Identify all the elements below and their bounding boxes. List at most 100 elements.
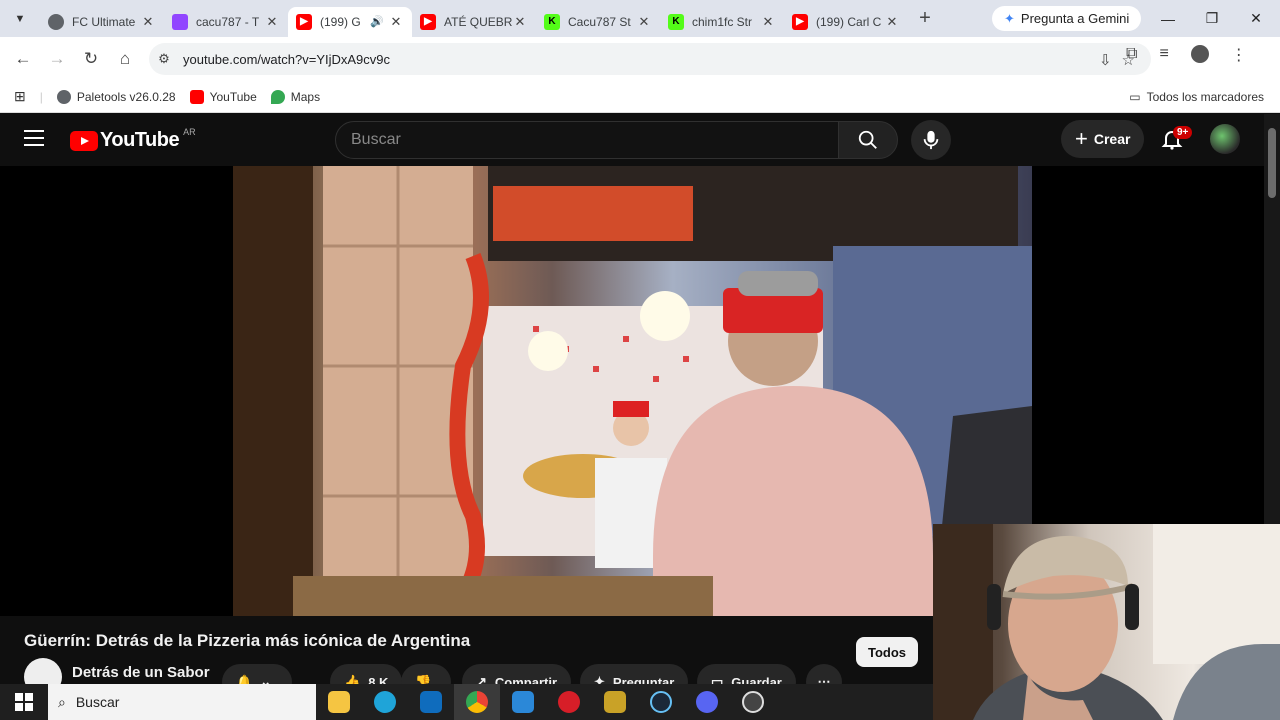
tab-title: Cacu787 St — [568, 14, 631, 29]
reload-button[interactable]: ↻ — [74, 42, 108, 76]
close-icon: ✕ — [1250, 10, 1262, 26]
video-scene — [233, 166, 1032, 616]
voice-search-button[interactable] — [911, 120, 951, 160]
youtube-icon: ▶ — [420, 13, 436, 30]
app-circle-icon[interactable] — [730, 684, 776, 720]
search-icon: ⌕ — [58, 693, 66, 710]
tab-youtube[interactable]: ▶ (199) Carl C ✕ — [784, 7, 908, 37]
youtube-logo[interactable]: YouTube AR — [70, 127, 196, 152]
filter-chip-todos[interactable]: Todos — [856, 637, 919, 667]
bookmark-maps[interactable]: Maps — [270, 89, 321, 104]
bookmark-label: Maps — [290, 89, 321, 104]
app-glyph — [420, 691, 442, 713]
new-tab-button[interactable]: + — [908, 7, 942, 30]
close-icon[interactable]: ✕ — [636, 14, 652, 30]
home-button[interactable]: ⌂ — [108, 42, 142, 76]
menu-icon[interactable] — [24, 130, 44, 148]
app-glyph — [696, 691, 718, 713]
bookmark-youtube[interactable]: YouTube — [189, 89, 257, 104]
chrome-icon[interactable] — [454, 684, 500, 720]
search-icon — [858, 130, 877, 149]
tab-youtube-active[interactable]: ▶ (199) G 🔊 ✕ — [288, 6, 412, 37]
all-bookmarks-button[interactable]: ▭ Todos los marcadores — [1129, 90, 1264, 104]
search-input[interactable]: Buscar — [335, 121, 839, 159]
app-yellow-icon[interactable] — [592, 684, 638, 720]
youtube-icon: ▶ — [792, 13, 808, 30]
discord-icon[interactable] — [684, 684, 730, 720]
close-icon[interactable]: ✕ — [760, 14, 776, 30]
chrome-toolbar: ← → ↻ ⌂ ⚙ youtube.com/watch?v=YIjDxA9cv9… — [0, 37, 1280, 81]
app-glyph — [558, 691, 580, 713]
restore-button[interactable]: ❐ — [1190, 0, 1234, 37]
tab-kick[interactable]: K Cacu787 St ✕ — [536, 7, 660, 37]
close-icon[interactable]: ✕ — [388, 14, 404, 30]
close-icon[interactable]: ✕ — [140, 14, 156, 30]
site-info-icon[interactable]: ⚙ — [149, 51, 179, 67]
tab-title: (199) G — [320, 14, 361, 29]
microphone-icon — [923, 130, 939, 150]
profile-avatar[interactable] — [1190, 45, 1209, 63]
all-bookmarks-label: Todos los marcadores — [1146, 89, 1264, 104]
sparkle-icon: ✦ — [1004, 10, 1015, 26]
windows-logo-icon — [15, 693, 33, 711]
twitch-icon — [172, 13, 188, 30]
app-red-icon[interactable] — [546, 684, 592, 720]
youtube-icon — [189, 89, 204, 104]
bookmark-label: YouTube — [209, 89, 257, 104]
forward-button[interactable]: → — [40, 42, 74, 76]
tab-kick[interactable]: K chim1fc Str ✕ — [660, 7, 784, 37]
close-icon[interactable]: ✕ — [512, 14, 528, 30]
close-icon[interactable]: ✕ — [884, 14, 900, 30]
media-controls-icon[interactable]: ≡ — [1159, 45, 1168, 65]
store-icon[interactable] — [500, 684, 546, 720]
install-app-icon[interactable]: ⇩ — [1099, 51, 1112, 69]
minimize-icon: — — [1161, 10, 1175, 27]
file-explorer-icon[interactable] — [316, 684, 362, 720]
arrow-left-icon: ← — [14, 49, 32, 68]
chevron-down-icon: ▼ — [14, 12, 26, 25]
apps-grid-icon[interactable]: ⊞ — [14, 88, 26, 105]
tab-search-button[interactable]: ▼ — [0, 0, 40, 37]
close-icon[interactable]: ✕ — [264, 14, 280, 30]
chrome-tab-strip: ▼ FC Ultimate ✕ cacu787 - T ✕ ▶ (199) G … — [0, 0, 1280, 37]
taskbar-search[interactable]: ⌕ Buscar — [48, 684, 316, 720]
bookmark-paletools[interactable]: Paletools v26.0.28 — [56, 89, 176, 104]
arrow-right-icon: → — [48, 49, 66, 68]
video-frame[interactable] — [233, 166, 1032, 616]
globe-icon — [48, 13, 64, 30]
address-bar[interactable]: ⚙ youtube.com/watch?v=YIjDxA9cv9c ⇩ ☆ — [149, 43, 1151, 75]
outlook-icon[interactable] — [408, 684, 454, 720]
taskbar-search-placeholder: Buscar — [75, 694, 120, 710]
close-window-button[interactable]: ✕ — [1234, 0, 1278, 37]
scrollbar-thumb[interactable] — [1268, 128, 1276, 198]
minimize-button[interactable]: — — [1146, 0, 1190, 37]
extensions-icon[interactable]: ⧉ — [1126, 45, 1137, 65]
tab-youtube[interactable]: ▶ ATÉ QUEBR ✕ — [412, 7, 536, 37]
search-button[interactable] — [838, 121, 898, 159]
channel-row: Detrás de un Sabor — [24, 658, 210, 696]
plus-icon: + — [919, 7, 931, 29]
steam-icon[interactable] — [638, 684, 684, 720]
app-glyph — [604, 691, 626, 713]
edge-icon[interactable] — [362, 684, 408, 720]
tab-title: cacu787 - T — [196, 14, 260, 29]
tab-twitch[interactable]: cacu787 - T ✕ — [164, 7, 288, 37]
gemini-button[interactable]: ✦ Pregunta a Gemini — [992, 6, 1142, 31]
account-avatar[interactable] — [1210, 124, 1240, 154]
tab-title: chim1fc Str — [692, 14, 753, 29]
tab-title: FC Ultimate — [72, 14, 136, 29]
speaker-icon[interactable]: 🔊 — [370, 15, 384, 28]
start-button[interactable] — [0, 684, 48, 720]
webcam-overlay — [933, 524, 1280, 720]
notification-badge: 9+ — [1173, 126, 1193, 139]
more-menu-icon[interactable]: ⋮ — [1231, 45, 1247, 65]
kick-icon: K — [544, 13, 560, 30]
tab-title: (199) Carl C — [816, 14, 882, 29]
tab-fc-ultimate[interactable]: FC Ultimate ✕ — [40, 7, 164, 37]
back-button[interactable]: ← — [6, 42, 40, 76]
url-text[interactable]: youtube.com/watch?v=YIjDxA9cv9c — [183, 52, 390, 67]
app-glyph — [374, 691, 396, 713]
tab-title: ATÉ QUEBR — [444, 14, 512, 29]
create-button[interactable]: + Crear — [1061, 120, 1145, 158]
channel-name[interactable]: Detrás de un Sabor — [72, 664, 210, 681]
